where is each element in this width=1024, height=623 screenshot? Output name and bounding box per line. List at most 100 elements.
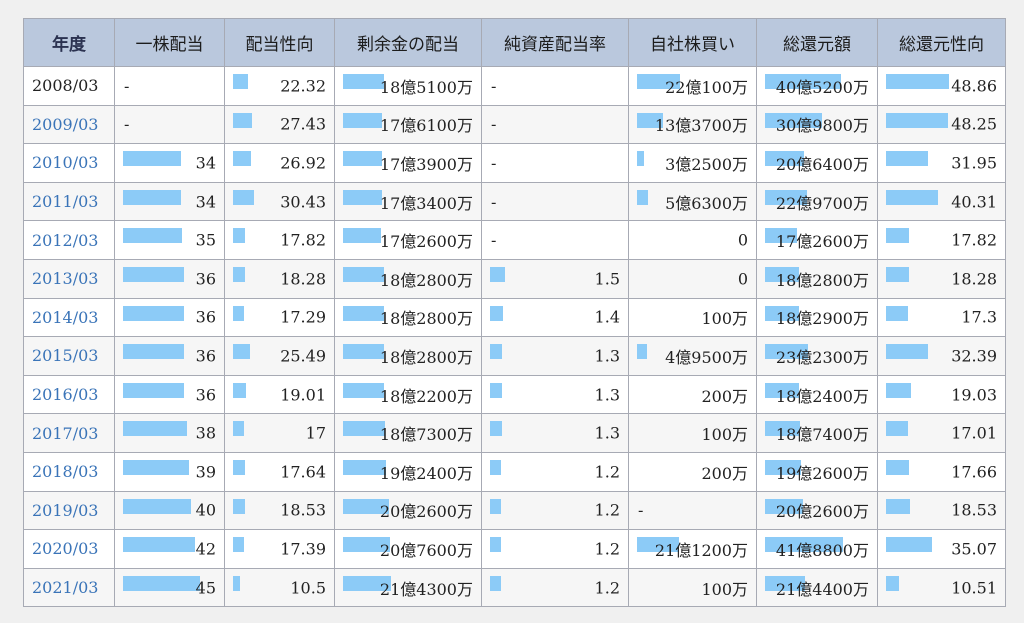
dividend-history-table: 年度 一株配当 配当性向 剰余金の配当 純資産配当率 自社株買い 総還元額 総還元性向 200… [23, 18, 1006, 608]
net-asset-dividend-rate-value: - [491, 114, 497, 134]
year-link[interactable]: 2013/03 [32, 269, 98, 288]
surplus-dividend-cell: 19億2400万 [334, 451, 482, 492]
year-link[interactable]: 2011/03 [32, 192, 98, 211]
dividend-per-share-bar [123, 344, 184, 360]
year-link[interactable]: 2015/03 [32, 346, 98, 365]
payout-ratio-cell: 22.32 [224, 66, 335, 106]
total-return-ratio-bar [886, 537, 932, 553]
buyback-bar [637, 189, 648, 205]
surplus-dividend-bar [343, 305, 384, 321]
surplus-dividend-value: 18億7300万 [379, 425, 473, 445]
total-return-ratio-value: 31.95 [951, 153, 997, 173]
total-return-ratio-value: 32.39 [951, 346, 997, 366]
year-link[interactable]: 2021/03 [32, 578, 98, 597]
surplus-dividend-value: 17億2600万 [379, 232, 473, 252]
payout-ratio-value: 18.53 [280, 500, 326, 520]
year-link[interactable]: 2012/03 [32, 231, 98, 250]
total-return-cell: 23億2300万 [756, 336, 878, 376]
total-return-value: 17億2600万 [775, 232, 869, 252]
buyback-cell: 0 [628, 220, 757, 260]
total-return-cell: 20億2600万 [756, 490, 878, 531]
column-header-net-asset-dividend-rate[interactable]: 純資産配当率 [481, 18, 629, 67]
table-row: 2015/03 36 25.49 18億2800万 1.3 4億9500万 23億2300万… [23, 336, 1006, 376]
dividend-per-share-cell: 38 [114, 413, 225, 453]
column-header-total-return[interactable]: 総還元額 [756, 18, 878, 67]
net-asset-dividend-rate-bar [490, 575, 501, 591]
year-link[interactable]: 2009/03 [32, 115, 98, 134]
net-asset-dividend-rate-bar [490, 382, 502, 398]
dividend-per-share-value: 40 [195, 500, 216, 520]
payout-ratio-cell: 10.5 [224, 567, 335, 608]
table-row: 2019/03 40 18.53 20億2600万 1.2- 20億2600万 18.53 [23, 490, 1006, 531]
total-return-cell: 17億2600万 [756, 220, 878, 260]
year-link[interactable]: 2018/03 [32, 462, 98, 481]
year-link[interactable]: 2010/03 [32, 153, 98, 172]
total-return-ratio-cell: 17.01 [877, 413, 1006, 453]
dividend-per-share-value: 39 [195, 462, 216, 482]
total-return-ratio-cell: 10.51 [877, 567, 1006, 608]
net-asset-dividend-rate-cell: 1.4 [481, 297, 629, 338]
net-asset-dividend-rate-value: 1.5 [594, 269, 620, 289]
payout-ratio-cell: 17.39 [224, 529, 335, 569]
payout-ratio-bar [233, 112, 252, 128]
total-return-cell: 22億9700万 [756, 181, 878, 222]
dividend-per-share-cell: 34 [114, 181, 225, 222]
year-link[interactable]: 2019/03 [32, 501, 98, 520]
surplus-dividend-bar [343, 189, 382, 205]
buyback-bar [637, 151, 644, 167]
payout-ratio-value: 17 [305, 423, 326, 443]
dividend-per-share-cell: 36 [114, 336, 225, 376]
total-return-ratio-value: 48.25 [951, 114, 997, 134]
column-header-dividend-per-share[interactable]: 一株配当 [114, 18, 225, 67]
buyback-value: 4億9500万 [665, 347, 748, 367]
year-cell: 2014/03 [23, 297, 115, 338]
total-return-ratio-value: 17.3 [961, 307, 997, 327]
net-asset-dividend-rate-value: - [491, 192, 497, 212]
net-asset-dividend-rate-cell: 1.5 [481, 258, 629, 299]
dividend-per-share-cell: 34 [114, 143, 225, 183]
dividend-per-share-bar [123, 537, 195, 553]
year-link[interactable]: 2017/03 [32, 424, 98, 443]
total-return-ratio-bar [886, 421, 908, 437]
table-body: 2008/03-22.32 18億5100万 -22億100万 40億5200万 48.… [23, 66, 1006, 608]
year-label: 2008/03 [32, 76, 99, 96]
column-header-total-return-ratio[interactable]: 総還元性向 [877, 18, 1006, 67]
table-row: 2021/03 45 10.5 21億4300万 1.2 100万 21億4400万 10.5… [23, 567, 1006, 608]
net-asset-dividend-rate-bar [490, 344, 502, 360]
dividend-per-share-value: - [124, 114, 130, 134]
year-cell: 2008/03 [23, 66, 115, 106]
buyback-cell: 3億2500万 [628, 143, 757, 183]
total-return-ratio-cell: 17.3 [877, 297, 1006, 338]
net-asset-dividend-rate-cell: 1.2 [481, 490, 629, 531]
payout-ratio-value: 19.01 [280, 385, 326, 405]
dividend-per-share-cell: 40 [114, 490, 225, 531]
column-header-year[interactable]: 年度 [23, 18, 115, 67]
surplus-dividend-bar [343, 344, 384, 360]
year-cell: 2017/03 [23, 413, 115, 453]
dividend-per-share-bar [123, 151, 181, 167]
net-asset-dividend-rate-value: - [491, 230, 497, 250]
net-asset-dividend-rate-cell: 1.2 [481, 529, 629, 569]
net-asset-dividend-rate-cell: - [481, 220, 629, 260]
column-header-payout-ratio[interactable]: 配当性向 [224, 18, 335, 67]
payout-ratio-value: 26.92 [280, 153, 326, 173]
year-link[interactable]: 2020/03 [32, 539, 98, 558]
payout-ratio-bar [233, 344, 250, 360]
column-header-surplus-dividend[interactable]: 剰余金の配当 [334, 18, 482, 67]
year-link[interactable]: 2016/03 [32, 385, 98, 404]
total-return-ratio-value: 10.51 [951, 578, 997, 598]
dividend-per-share-value: 34 [195, 192, 216, 212]
total-return-value: 19億2600万 [775, 463, 869, 483]
total-return-value: 18億2400万 [775, 386, 869, 406]
buyback-cell: 100万 [628, 567, 757, 608]
year-link[interactable]: 2014/03 [32, 308, 98, 327]
net-asset-dividend-rate-cell: 1.3 [481, 374, 629, 415]
surplus-dividend-cell: 17億3400万 [334, 181, 482, 222]
column-header-buyback[interactable]: 自社株買い [628, 18, 757, 67]
payout-ratio-bar [233, 537, 244, 553]
surplus-dividend-value: 18億5100万 [379, 77, 473, 97]
surplus-dividend-value: 19億2400万 [379, 463, 473, 483]
payout-ratio-cell: 26.92 [224, 143, 335, 183]
dividend-per-share-value: 36 [195, 385, 216, 405]
net-asset-dividend-rate-value: 1.3 [594, 346, 620, 366]
